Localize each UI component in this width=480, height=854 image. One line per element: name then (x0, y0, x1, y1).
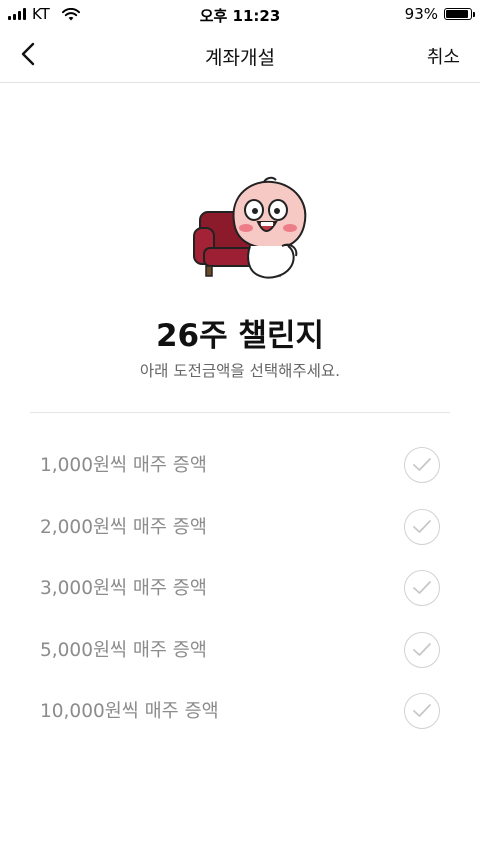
check-circle-icon[interactable] (404, 631, 440, 668)
cancel-button[interactable]: 취소 (427, 43, 460, 69)
option-1000[interactable]: 1,000원씩 매주 증액 (0, 434, 480, 496)
option-list: 1,000원씩 매주 증액 2,000원씩 매주 증액 3,000원씩 매주 증… (0, 434, 480, 742)
checkmark-icon (413, 642, 431, 656)
option-label: 5,000원씩 매주 증액 (40, 639, 207, 661)
checkmark-icon (413, 519, 431, 533)
option-label: 10,000원씩 매주 증액 (40, 701, 219, 722)
challenge-title: 26주 챌린지 (155, 318, 324, 354)
battery-percent: 93% (404, 5, 438, 23)
status-right: 93% (404, 5, 475, 23)
character-illustration (193, 176, 307, 279)
check-circle-icon[interactable] (404, 693, 440, 729)
challenge-subtitle: 아래 도전금액을 선택해주세요. (139, 362, 341, 380)
option-label: 1,000원씩 매주 증액 (40, 455, 207, 476)
divider (30, 412, 450, 413)
option-label: 2,000원씩 매주 증액 (40, 516, 207, 538)
check-circle-icon[interactable] (404, 508, 440, 545)
option-5000[interactable]: 5,000원씩 매주 증액 (0, 619, 480, 681)
nav-bar: 계좌개설 취소 (0, 28, 480, 83)
battery-fill (446, 10, 469, 18)
status-bar: KT 오후 11:23 93% (0, 0, 480, 28)
option-3000[interactable]: 3,000원씩 매주 증액 (0, 557, 480, 619)
battery-icon (444, 8, 475, 20)
option-10000[interactable]: 10,000원씩 매주 증액 (0, 680, 480, 742)
option-label: 3,000원씩 매주 증액 (40, 578, 207, 599)
page-title: 계좌개설 (205, 47, 275, 69)
checkmark-icon (413, 458, 431, 471)
check-circle-icon[interactable] (404, 570, 440, 606)
option-2000[interactable]: 2,000원씩 매주 증액 (0, 496, 480, 558)
checkmark-icon (413, 581, 431, 594)
check-circle-icon[interactable] (404, 447, 440, 483)
checkmark-icon (413, 704, 431, 717)
